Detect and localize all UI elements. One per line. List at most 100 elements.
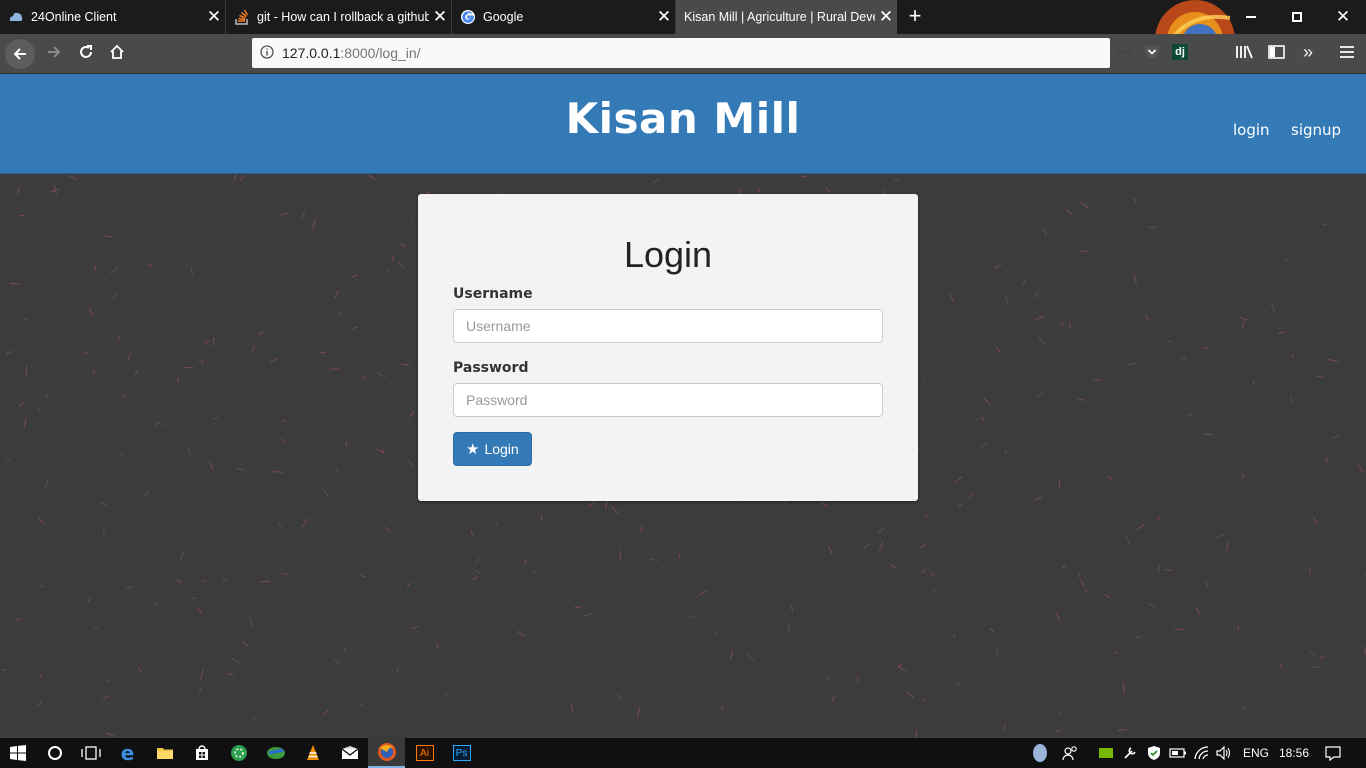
notification-icon [1325,745,1341,761]
shield-icon [1148,746,1160,760]
tab-kisan-mill[interactable]: Kisan Mill | Agriculture | Rural Deve ✕ [675,0,897,34]
google-icon [460,9,476,25]
vlc-cone-icon [306,745,319,760]
restore-button[interactable] [1274,0,1320,34]
swirl-icon [1033,744,1047,762]
store-bag-icon [195,745,208,760]
defender-tray-icon[interactable] [1142,738,1166,768]
folder-icon [156,748,173,759]
people-icon [1062,746,1077,761]
login-card: Login Username Password ★ Login [418,194,918,501]
language-indicator[interactable]: ENG [1240,738,1272,768]
site-info-icon[interactable] [252,44,282,62]
site-header: Kisan Mill login signup [0,74,1366,174]
url-bar[interactable]: 127.0.0.1:8000/log_in/ [252,38,1110,68]
home-icon [109,44,125,65]
home-button[interactable] [101,38,133,70]
windows-taskbar: e Ai Ps ENG 18:56 [0,738,1366,768]
password-input[interactable] [453,383,883,417]
store-button[interactable] [183,738,220,768]
reload-icon [78,44,94,65]
tab-title: Kisan Mill | Agriculture | Rural Deve [684,10,875,24]
url-host: 127.0.0.1 [282,45,341,61]
signup-link[interactable]: signup [1291,121,1341,139]
login-title: Login [623,234,713,275]
tab-title: git - How can I rollback a github [257,10,429,24]
close-icon: ✕ [1335,7,1351,26]
forward-button[interactable] [38,38,70,70]
username-input[interactable] [453,309,883,343]
nvidia-tray-icon[interactable] [1094,738,1118,768]
file-explorer-button[interactable] [146,738,183,768]
illustrator-button[interactable]: Ai [406,738,443,768]
django-icon[interactable]: dj [1166,38,1194,66]
tray-app-icon[interactable] [1028,738,1052,768]
speaker-icon [1216,746,1231,760]
tab-title: Google [483,10,524,24]
illustrator-icon: Ai [415,745,434,761]
back-button[interactable] [4,38,36,70]
vlc-button[interactable] [294,738,331,768]
start-button[interactable] [0,738,36,768]
forward-arrow-icon [46,44,62,65]
cloud-icon [8,9,24,25]
star-icon: ★ [466,441,480,458]
wifi-tray-icon[interactable] [1190,738,1214,768]
new-tab-button[interactable]: + [903,5,927,29]
close-tab-icon[interactable]: ✕ [875,7,897,27]
site-brand[interactable]: Kisan Mill [0,94,1366,143]
pocket-icon[interactable] [1138,38,1166,66]
bookmark-star-icon[interactable]: ☆ [1194,38,1222,66]
page-actions-icon[interactable]: ••• [1110,38,1138,66]
tab-title: 24Online Client [31,10,117,24]
login-button[interactable]: ★ Login [453,432,532,466]
edge-taskbar-button[interactable]: e [109,738,146,768]
close-tab-icon[interactable]: ✕ [429,7,451,27]
stackoverflow-icon [234,9,250,25]
overflow-icon[interactable]: » [1294,38,1322,66]
app-globe-button[interactable] [257,738,294,768]
mail-button[interactable] [331,738,368,768]
cortana-circle-icon [47,746,62,760]
tab-24online[interactable]: 24Online Client ✕ [0,0,225,34]
firefox-icon [377,743,396,761]
close-tab-icon[interactable]: ✕ [653,7,675,27]
close-tab-icon[interactable]: ✕ [203,7,225,27]
tray-tool-icon[interactable] [1118,738,1142,768]
volume-tray-icon[interactable] [1212,738,1236,768]
wifi-icon [1194,746,1209,760]
reload-button[interactable] [70,38,102,70]
nvidia-icon [1099,748,1113,758]
edge-icon: e [120,741,135,765]
mail-icon [341,746,358,759]
battery-tray-icon[interactable] [1166,738,1190,768]
sidebar-icon[interactable] [1262,38,1290,66]
close-window-button[interactable]: ✕ [1320,0,1366,34]
page-content: Login Username Password ★ Login [0,174,1366,738]
battery-icon [1169,748,1186,758]
task-view-button[interactable] [72,738,109,768]
action-center-button[interactable] [1320,738,1346,768]
green-app-icon [230,745,247,761]
tab-stackoverflow[interactable]: git - How can I rollback a github ✕ [225,0,451,34]
back-arrow-icon [5,39,35,69]
restore-icon [1292,12,1302,22]
photoshop-button[interactable]: Ps [443,738,480,768]
windows-icon [10,745,26,761]
people-button[interactable] [1058,738,1084,768]
menu-icon[interactable] [1333,38,1361,66]
password-label: Password [453,360,529,376]
login-button-label: Login [484,441,519,457]
tab-google[interactable]: Google ✕ [451,0,675,34]
photoshop-icon: Ps [452,745,471,761]
clock[interactable]: 18:56 [1274,738,1314,768]
url-path: :8000/log_in/ [340,45,421,61]
search-button[interactable] [36,738,73,768]
firefox-taskbar-button[interactable] [368,738,405,768]
login-link[interactable]: login [1233,121,1270,139]
globe-app-icon [266,747,285,759]
task-view-icon [80,746,101,760]
library-icon[interactable] [1230,38,1258,66]
wrench-icon [1124,747,1136,759]
app-green-button[interactable] [220,738,257,768]
